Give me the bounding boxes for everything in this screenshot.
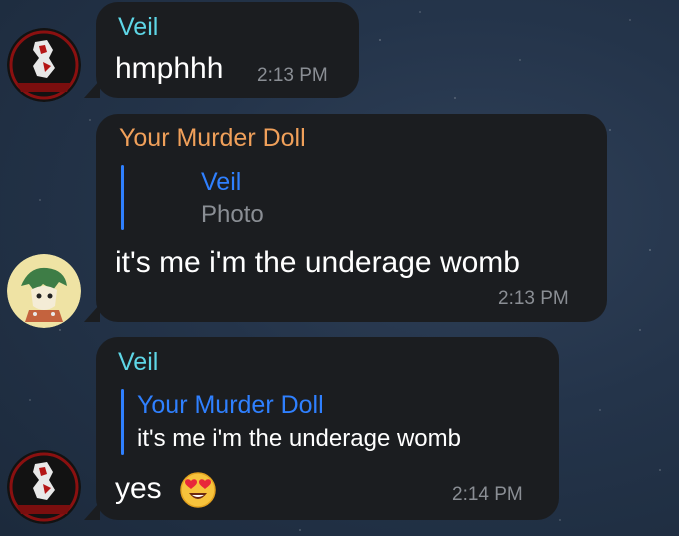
reply-sender-name[interactable]: Your Murder Doll [137,393,324,418]
reply-preview-text[interactable]: it's me i'm the underage womb [137,427,461,451]
reply-accent-bar [121,165,124,230]
sender-name[interactable]: Veil [118,350,158,375]
veil-avatar[interactable] [7,450,81,524]
murder-doll-avatar[interactable] [7,254,81,328]
message-bubble[interactable]: Veil Your Murder Doll it's me i'm the un… [84,337,559,520]
message-time: 2:13 PM [498,288,569,309]
message-time: 2:14 PM [452,484,523,505]
sender-name[interactable]: Your Murder Doll [119,126,306,151]
veil-avatar[interactable] [7,28,81,102]
bubble-tail [84,304,100,322]
message-bubble[interactable]: Your Murder Doll Veil Photo it's me i'm … [84,114,607,322]
reply-accent-bar [121,389,124,455]
message-text: hmphhh [115,52,224,85]
message-text: yes [115,472,162,505]
sender-name[interactable]: Veil [118,15,158,40]
reply-sender-name[interactable]: Veil [201,170,241,195]
reply-preview-text[interactable]: Photo [201,203,264,227]
bubble-tail [84,80,100,98]
message-time: 2:13 PM [257,65,328,86]
message-bubble[interactable]: Veil hmphhh 2:13 PM [84,2,359,98]
heart-eyes-emoji [179,471,217,509]
bubble-tail [84,502,100,520]
message-text: it's me i'm the underage womb [115,246,520,279]
